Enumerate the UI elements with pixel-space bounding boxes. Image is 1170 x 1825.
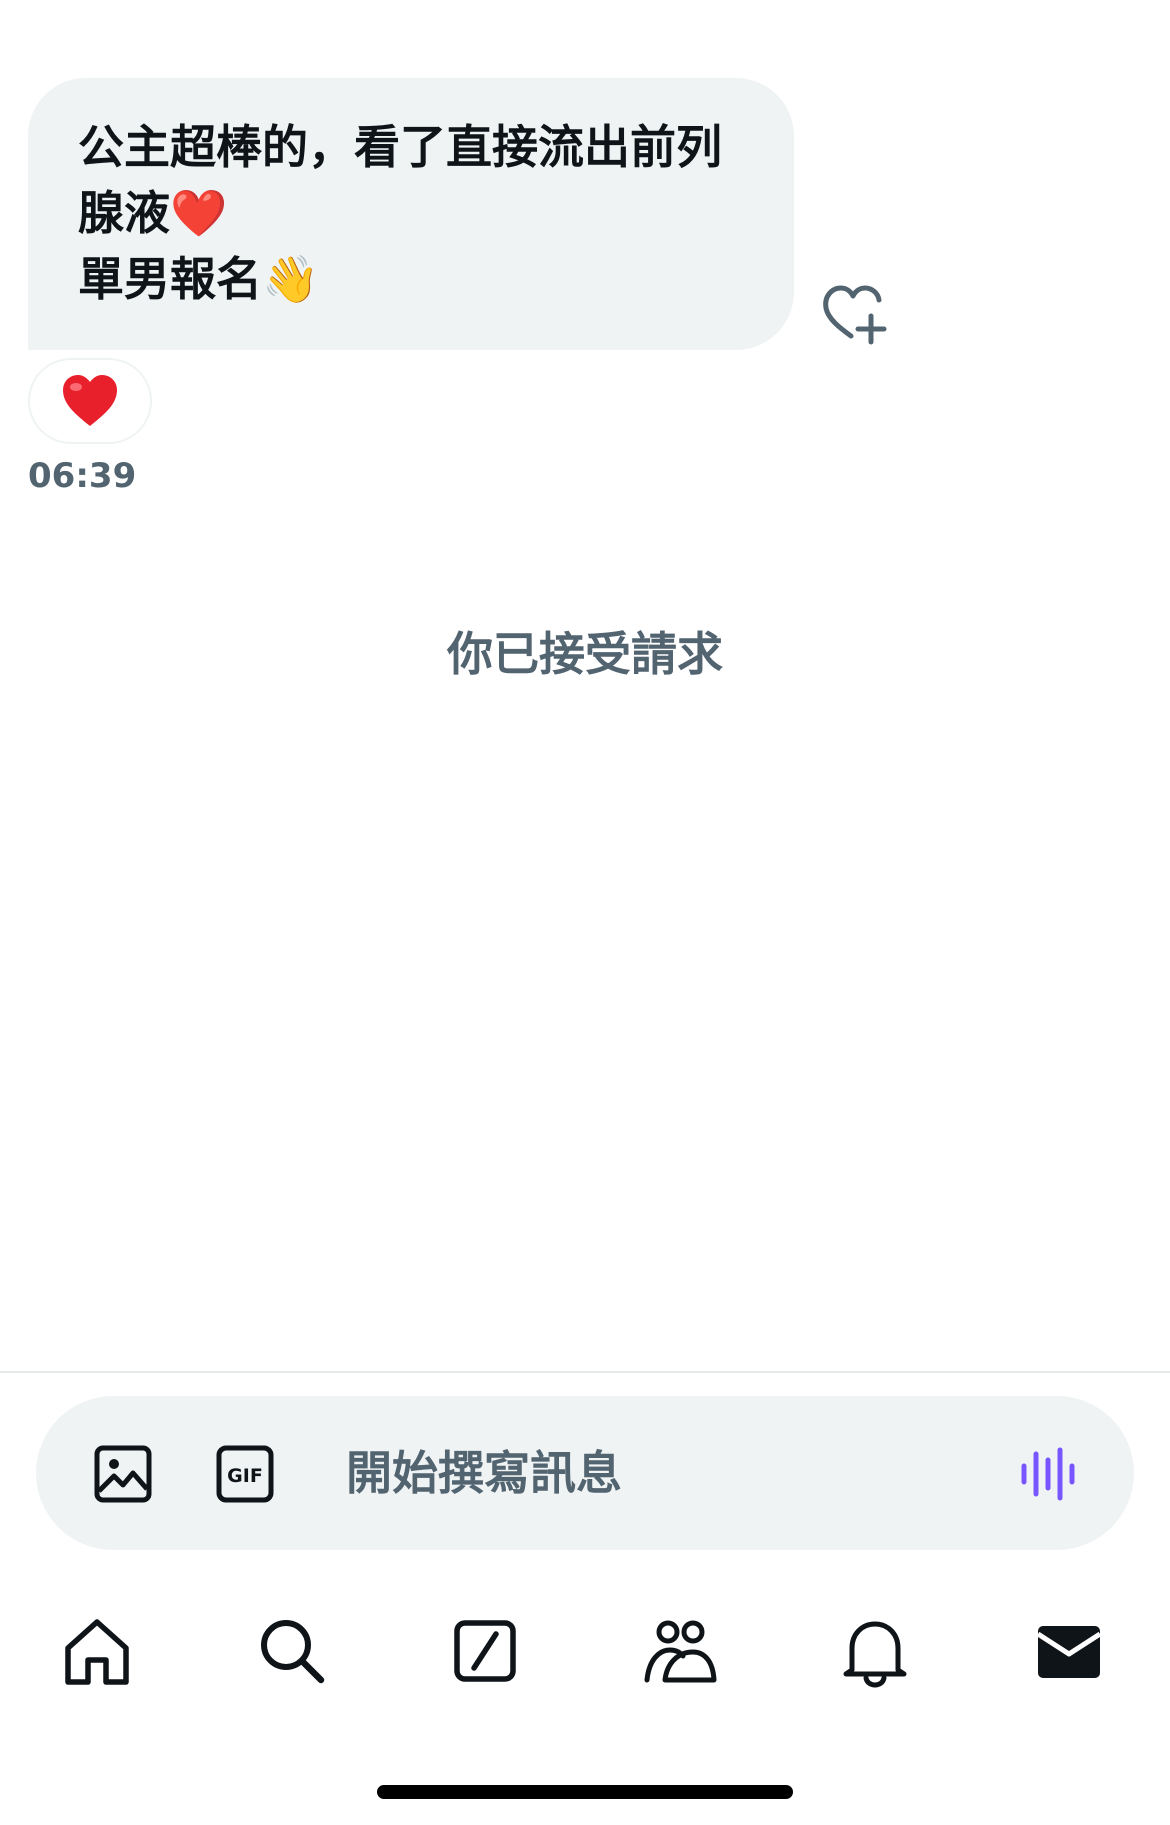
messages-icon: [1036, 1626, 1102, 1678]
waving-hand-emoji: 👋: [262, 252, 320, 306]
nav-grok[interactable]: [448, 1614, 522, 1688]
heart-emoji: ❤️: [170, 186, 228, 240]
reaction-pill[interactable]: ❤️: [28, 358, 152, 444]
heart-plus-icon: [823, 285, 887, 345]
svg-text:GIF: GIF: [227, 1465, 263, 1487]
add-image-button[interactable]: [94, 1445, 152, 1503]
grok-icon: [454, 1620, 516, 1682]
message-line-1: 公主超棒的，看了直接流出前列: [78, 120, 722, 174]
red-heart-icon: [63, 375, 117, 426]
home-indicator: [377, 1785, 793, 1799]
nav-home[interactable]: [60, 1614, 134, 1688]
communities-icon: [644, 1620, 717, 1683]
add-gif-button[interactable]: GIF: [216, 1445, 274, 1503]
notifications-icon: [843, 1621, 907, 1688]
add-reaction-button[interactable]: [820, 282, 890, 348]
message-line-3: 單男報名👋: [78, 246, 746, 312]
gif-icon: GIF: [216, 1445, 274, 1503]
message-input[interactable]: [346, 1436, 1026, 1510]
voice-message-button[interactable]: [1018, 1445, 1078, 1503]
nav-communities[interactable]: [643, 1614, 717, 1688]
request-accepted-notice: 你已接受請求: [447, 627, 723, 681]
image-icon: [94, 1445, 152, 1503]
search-icon: [261, 1620, 325, 1684]
voice-wave-icon: [1021, 1447, 1075, 1501]
message-line-2: 腺液❤️: [78, 180, 746, 246]
message-bubble[interactable]: 公主超棒的，看了直接流出前列 腺液❤️ 單男報名👋: [28, 78, 794, 350]
nav-search[interactable]: [255, 1614, 329, 1688]
bottom-navigation: [0, 1600, 1170, 1700]
composer-divider: [0, 1371, 1170, 1373]
message-line-3-text: 單男報名: [78, 252, 262, 306]
message-composer: GIF: [36, 1396, 1134, 1550]
home-icon: [65, 1619, 129, 1685]
nav-notifications[interactable]: [838, 1614, 912, 1688]
nav-messages[interactable]: [1032, 1614, 1106, 1688]
message-line-2-text: 腺液: [78, 186, 170, 240]
message-timestamp: 06:39: [28, 456, 137, 496]
